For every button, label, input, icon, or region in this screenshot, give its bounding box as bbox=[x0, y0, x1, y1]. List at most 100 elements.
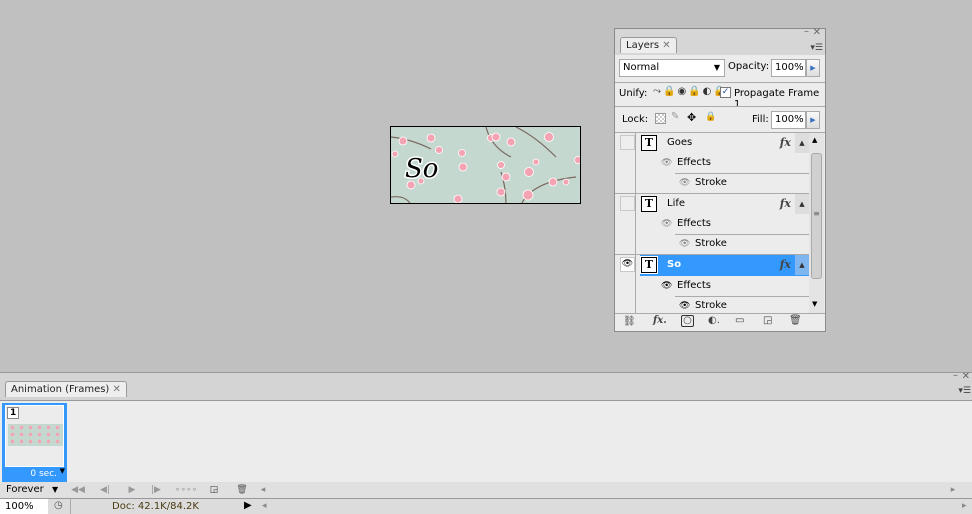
next-frame-icon[interactable]: |▶ bbox=[146, 482, 166, 498]
opacity-slider-button[interactable]: ▶ bbox=[806, 59, 820, 77]
blend-mode-value: Normal bbox=[623, 62, 660, 73]
fx-icon[interactable]: fx bbox=[780, 194, 791, 214]
effects-row[interactable]: 👁 Effects bbox=[615, 276, 809, 296]
fill-input[interactable]: 100% bbox=[771, 111, 806, 129]
frame-1[interactable]: 1 0 sec. ▼ bbox=[2, 403, 67, 482]
close-panel-icon[interactable]: ✕ bbox=[962, 371, 970, 382]
animation-panel: – ✕ ▾☰ Animation (Frames) ✕ 1 0 sec. ▼ F… bbox=[0, 370, 972, 499]
panel-menu-icon[interactable]: ▾☰ bbox=[810, 43, 823, 53]
panel-menu-icon[interactable]: ▾☰ bbox=[958, 386, 971, 396]
eye-icon[interactable]: 👁 bbox=[679, 234, 690, 254]
previous-frame-icon[interactable]: ◀| bbox=[94, 482, 116, 498]
collapse-arrow-icon[interactable]: ▲ bbox=[795, 133, 809, 153]
stroke-label: Stroke bbox=[695, 300, 727, 311]
fx-icon[interactable]: fx bbox=[780, 133, 791, 153]
cherry-blossom-artwork: So bbox=[391, 127, 580, 203]
delete-frame-trash-icon[interactable]: 🗑 bbox=[234, 482, 250, 498]
opacity-input[interactable]: 100% bbox=[771, 59, 806, 77]
text-layer-icon: T bbox=[640, 256, 658, 274]
add-style-fx-icon[interactable]: fx. bbox=[653, 315, 667, 326]
blend-mode-select[interactable]: Normal ▼ bbox=[619, 59, 725, 77]
effects-label: Effects bbox=[677, 157, 711, 168]
new-group-folder-icon[interactable]: ▭ bbox=[735, 315, 744, 326]
scroll-left-icon[interactable]: ◂ bbox=[262, 501, 267, 511]
eye-icon[interactable]: 👁 bbox=[661, 153, 672, 173]
scroll-down-icon[interactable]: ▼ bbox=[812, 300, 817, 308]
new-layer-icon[interactable]: ◲ bbox=[763, 315, 772, 326]
layer-name: Life bbox=[667, 198, 686, 209]
visibility-toggle[interactable] bbox=[620, 196, 635, 211]
effects-label: Effects bbox=[677, 280, 711, 291]
eye-icon[interactable]: 👁 bbox=[679, 173, 690, 193]
layer-row-so[interactable]: 👁 T So fx ▲ bbox=[615, 255, 809, 276]
stroke-label: Stroke bbox=[695, 177, 727, 188]
effects-row[interactable]: 👁 Effects bbox=[615, 214, 809, 234]
lock-all-icon[interactable]: 🔒 bbox=[705, 112, 716, 122]
stroke-row[interactable]: 👁 Stroke bbox=[615, 234, 809, 254]
document-canvas[interactable]: So bbox=[390, 126, 581, 204]
layer-row-life[interactable]: T Life fx ▲ bbox=[615, 194, 809, 214]
opacity-label: Opacity: bbox=[728, 61, 770, 72]
unify-icons[interactable]: ⤳🔒◉🔒◐🔒 bbox=[653, 86, 728, 97]
lock-move-icon[interactable]: ✥ bbox=[687, 111, 696, 124]
link-layers-icon[interactable]: ⛓ bbox=[623, 316, 636, 327]
lock-transparency-icon[interactable] bbox=[655, 113, 666, 124]
close-tab-icon[interactable]: ✕ bbox=[662, 40, 670, 51]
scroll-right-icon[interactable]: ▸ bbox=[962, 501, 967, 511]
scroll-left-icon[interactable]: ◂ bbox=[258, 482, 268, 498]
doc-size-info: Doc: 42.1K/84.2K bbox=[70, 499, 240, 514]
play-icon[interactable]: ▶ bbox=[122, 482, 142, 498]
eye-icon[interactable]: 👁 bbox=[661, 276, 672, 296]
tab-animation-frames[interactable]: Animation (Frames) ✕ bbox=[5, 381, 127, 397]
eye-icon[interactable]: 👁 bbox=[679, 296, 690, 313]
visibility-toggle-eye-icon[interactable]: 👁 bbox=[620, 257, 635, 272]
text-layer-icon: T bbox=[641, 135, 657, 151]
fx-icon[interactable]: fx bbox=[780, 255, 791, 275]
layers-scrollbar[interactable]: ▲ ≡ ▼ bbox=[809, 133, 824, 313]
status-menu-arrow-icon[interactable]: ▶ bbox=[244, 500, 252, 511]
tween-icon[interactable]: ∘∘∘∘ bbox=[174, 482, 198, 498]
tab-layers[interactable]: Layers ✕ bbox=[620, 37, 677, 53]
status-bar: 100% ◷ Doc: 42.1K/84.2K ▶ ◂ ▸ bbox=[0, 498, 972, 514]
duplicate-frame-icon[interactable]: ◲ bbox=[206, 482, 222, 498]
frames-area: 1 0 sec. ▼ bbox=[0, 400, 972, 482]
tab-label: Layers bbox=[626, 40, 660, 51]
close-tab-icon[interactable]: ✕ bbox=[113, 384, 121, 395]
minimize-icon[interactable]: – bbox=[804, 26, 809, 37]
eye-icon[interactable]: 👁 bbox=[661, 214, 672, 234]
frame-delay[interactable]: 0 sec. bbox=[30, 469, 57, 479]
timer-icon[interactable]: ◷ bbox=[54, 500, 63, 511]
chevron-down-icon[interactable]: ▼ bbox=[52, 485, 58, 494]
collapse-arrow-icon[interactable]: ▲ bbox=[795, 194, 809, 214]
stroke-row[interactable]: 👁 Stroke bbox=[615, 173, 809, 193]
tab-label: Animation (Frames) bbox=[11, 384, 110, 395]
visibility-toggle[interactable] bbox=[620, 135, 635, 150]
close-panel-icon[interactable]: ✕ bbox=[813, 27, 821, 38]
loop-select[interactable]: Forever bbox=[6, 484, 44, 495]
layer-row-goes[interactable]: T Goes fx ▲ bbox=[615, 133, 809, 153]
scroll-thumb[interactable]: ≡ bbox=[811, 153, 822, 279]
layers-panel: – ✕ Layers ✕ ▾☰ Normal ▼ Opacity: 100% ▶ … bbox=[614, 26, 826, 332]
adjustment-layer-icon[interactable]: ◐. bbox=[708, 315, 720, 326]
effects-label: Effects bbox=[677, 218, 711, 229]
layer-name: Goes bbox=[667, 137, 693, 148]
zoom-level-input[interactable]: 100% bbox=[0, 499, 48, 514]
canvas-text-so: So bbox=[405, 154, 438, 184]
scroll-right-icon[interactable]: ▸ bbox=[948, 482, 958, 498]
add-mask-icon[interactable]: ○ bbox=[681, 315, 694, 327]
collapse-arrow-icon[interactable]: ▲ bbox=[795, 255, 809, 275]
fill-slider-button[interactable]: ▶ bbox=[806, 111, 820, 129]
delay-dropdown-icon[interactable]: ▼ bbox=[60, 467, 65, 475]
layer-name: So bbox=[667, 259, 682, 270]
fill-label: Fill: bbox=[752, 114, 769, 125]
first-frame-icon[interactable]: ◀◀ bbox=[66, 482, 90, 498]
effects-row[interactable]: 👁 Effects bbox=[615, 153, 809, 173]
stroke-row[interactable]: 👁 Stroke bbox=[615, 296, 809, 313]
minimize-icon[interactable]: – bbox=[953, 370, 958, 381]
delete-layer-trash-icon[interactable]: 🗑 bbox=[789, 315, 802, 326]
propagate-checkbox[interactable]: ✓ bbox=[720, 87, 731, 98]
chevron-down-icon: ▼ bbox=[713, 63, 720, 72]
scroll-up-icon[interactable]: ▲ bbox=[812, 136, 817, 144]
frame-thumbnail bbox=[8, 424, 63, 446]
lock-brush-icon[interactable]: ✎ bbox=[671, 111, 679, 122]
